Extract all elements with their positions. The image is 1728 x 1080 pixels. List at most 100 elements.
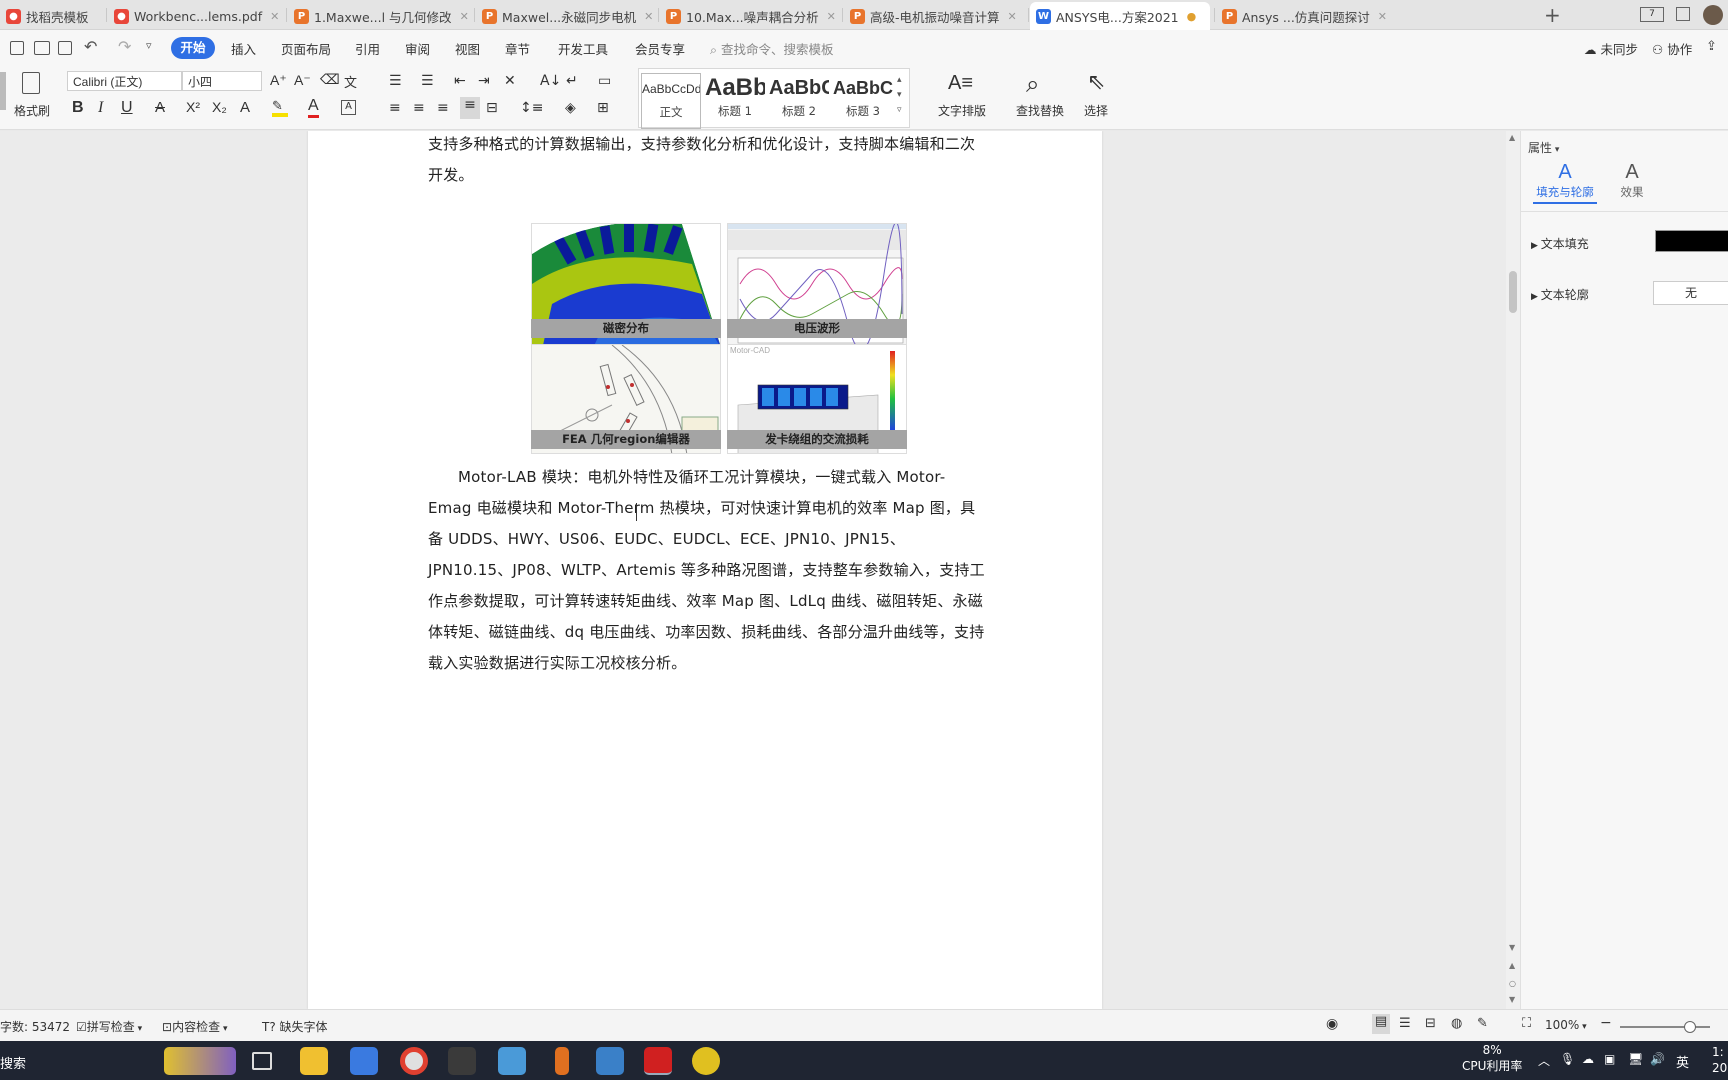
- table-grid-icon[interactable]: ▭: [598, 73, 611, 89]
- tab-fill-outline[interactable]: A 填充与轮廓: [1533, 161, 1597, 204]
- vertical-scrollbar[interactable]: ▲ ▼ ▲ ○ ▼: [1506, 131, 1520, 1009]
- onedrive-icon[interactable]: ☁: [1582, 1052, 1594, 1066]
- paragraph-2[interactable]: Motor-LAB 模块：电机外特性及循环工况计算模块，一键式载入 Motor-…: [428, 462, 988, 679]
- underline-icon[interactable]: U: [121, 99, 133, 117]
- menu-icon[interactable]: [10, 41, 24, 55]
- style-heading-2[interactable]: AaBbC 标题 2: [769, 73, 829, 129]
- sync-status[interactable]: ☁ 未同步: [1584, 39, 1638, 58]
- strikethrough-icon[interactable]: A: [155, 99, 165, 116]
- text-layout-button[interactable]: 文字排版: [930, 102, 994, 119]
- network-icon[interactable]: 🖥: [1628, 1052, 1643, 1066]
- close-tab-icon[interactable]: ✕: [1008, 10, 1017, 23]
- distribute-icon[interactable]: ⊟: [486, 100, 498, 116]
- close-tab-icon[interactable]: ✕: [827, 10, 836, 23]
- print-icon[interactable]: [34, 41, 50, 55]
- ime-indicator[interactable]: 英: [1676, 1052, 1689, 1071]
- tab-developer[interactable]: 开发工具: [558, 39, 608, 58]
- quick-access-dropdown-icon[interactable]: ▿: [146, 39, 152, 52]
- tab-chapter[interactable]: 章节: [505, 39, 530, 58]
- line-spacing-icon[interactable]: ↕≡: [520, 100, 543, 116]
- app-green-icon[interactable]: [692, 1047, 720, 1075]
- text-effect-icon[interactable]: A: [240, 99, 250, 116]
- page-view-icon[interactable]: ▤: [1372, 1014, 1390, 1034]
- scroll-up-icon[interactable]: ▲: [1509, 133, 1515, 142]
- text-outline-select[interactable]: 无: [1653, 281, 1728, 305]
- select-button[interactable]: 选择: [1074, 102, 1118, 119]
- sort-icon[interactable]: A↓: [540, 73, 561, 89]
- tab-3[interactable]: P Maxwel...永磁同步电机 ✕: [476, 2, 654, 30]
- close-tab-icon[interactable]: ✕: [1378, 10, 1386, 23]
- find-replace-icon[interactable]: ⌕: [1026, 70, 1039, 98]
- tab-references[interactable]: 引用: [355, 39, 380, 58]
- feishu-icon[interactable]: [350, 1047, 378, 1075]
- align-left-icon[interactable]: ≡: [389, 100, 401, 116]
- reading-view-icon[interactable]: ⊟: [1425, 1016, 1436, 1031]
- avatar[interactable]: [1703, 5, 1723, 25]
- zoom-slider[interactable]: [1620, 1021, 1710, 1033]
- close-tab-icon[interactable]: ✕: [270, 10, 279, 23]
- search-ad-banner[interactable]: [164, 1047, 236, 1075]
- wechat-icon[interactable]: [448, 1047, 476, 1075]
- app-tray-icon[interactable]: ▣: [1604, 1052, 1615, 1066]
- tab-5[interactable]: P 高级-电机振动噪音计算 ✕: [844, 2, 1024, 30]
- word-count[interactable]: 字数: 53472: [0, 1018, 70, 1035]
- align-right-icon[interactable]: ≡: [437, 100, 449, 116]
- text-fill-row[interactable]: ▶ 文本填充: [1531, 235, 1589, 252]
- font-size-select[interactable]: 小四: [182, 71, 262, 91]
- content-check-button[interactable]: ⊡内容检查 ▾: [162, 1018, 227, 1035]
- scroll-thumb[interactable]: [1509, 271, 1517, 313]
- text-fill-color-swatch[interactable]: [1655, 230, 1728, 252]
- tab-effect[interactable]: A 效果: [1607, 161, 1657, 200]
- app-orange-icon[interactable]: [555, 1047, 569, 1075]
- tab-insert[interactable]: 插入: [231, 39, 256, 58]
- superscript-icon[interactable]: X²: [186, 99, 200, 115]
- close-tab-icon[interactable]: ●: [1187, 10, 1197, 23]
- tray-expand-icon[interactable]: ︿: [1538, 1052, 1550, 1069]
- tab-4[interactable]: P 10.Max...噪声耦合分析 ✕: [660, 2, 838, 30]
- align-center-icon[interactable]: ≡: [413, 100, 425, 116]
- highlight-icon[interactable]: ✎: [272, 99, 288, 117]
- app-blue-icon[interactable]: [498, 1047, 526, 1075]
- tab-review[interactable]: 审阅: [405, 39, 430, 58]
- document-area[interactable]: 支持多种格式的计算数据输出，支持参数化分析和优化设计，支持脚本编辑和二次开发。: [0, 131, 1520, 1009]
- subscript-icon[interactable]: X₂: [212, 99, 227, 115]
- zoom-level[interactable]: 100% ▾: [1545, 1018, 1587, 1032]
- tab-7[interactable]: P Ansys ...仿真问题探讨 ✕: [1216, 2, 1386, 30]
- window-layout-icon[interactable]: 7: [1640, 7, 1664, 22]
- text-layout-icon[interactable]: A≡: [948, 72, 973, 95]
- italic-icon[interactable]: I: [98, 99, 103, 117]
- chrome-icon[interactable]: [400, 1047, 428, 1075]
- find-replace-button[interactable]: 查找替换: [1008, 102, 1072, 119]
- font-family-select[interactable]: Calibri (正文): [67, 71, 182, 91]
- panel-title[interactable]: 属性 ▾: [1528, 139, 1559, 156]
- undo-icon[interactable]: ↶: [84, 37, 97, 56]
- close-tab-icon[interactable]: ✕: [644, 10, 653, 23]
- tab-6[interactable]: W ANSYS电...方案2021 ●: [1030, 2, 1210, 30]
- numbered-list-icon[interactable]: ☰: [421, 73, 434, 89]
- collab-button[interactable]: ⚇ 协作: [1652, 39, 1692, 58]
- char-border-icon[interactable]: A: [341, 100, 356, 115]
- tab-member[interactable]: 会员专享: [635, 39, 685, 58]
- eye-protection-icon[interactable]: ◉: [1326, 1016, 1338, 1032]
- cpu-usage[interactable]: 8% CPU利用率: [1462, 1042, 1522, 1074]
- clear-format-icon[interactable]: ⌫: [320, 72, 340, 88]
- tab-view[interactable]: 视图: [455, 39, 480, 58]
- grid-view-icon[interactable]: [1676, 7, 1690, 21]
- prev-page-icon[interactable]: ▲: [1509, 961, 1515, 970]
- grow-font-icon[interactable]: A⁺: [270, 72, 287, 89]
- borders-icon[interactable]: ⊞: [597, 100, 609, 116]
- microphone-icon[interactable]: 🎙: [1560, 1052, 1575, 1066]
- select-browse-icon[interactable]: ○: [1509, 979, 1516, 988]
- app-files-icon[interactable]: [596, 1047, 624, 1075]
- next-page-icon[interactable]: ▼: [1509, 995, 1515, 1004]
- format-painter-button[interactable]: 格式刷: [12, 102, 52, 119]
- volume-icon[interactable]: 🔊: [1650, 1052, 1665, 1066]
- bold-icon[interactable]: B: [72, 99, 84, 117]
- shading-icon[interactable]: ◈: [565, 100, 576, 116]
- chinese-layout-icon[interactable]: ✕: [504, 73, 516, 89]
- paragraph-1[interactable]: 支持多种格式的计算数据输出，支持参数化分析和优化设计，支持脚本编辑和二次开发。: [428, 131, 988, 191]
- tab-page-layout[interactable]: 页面布局: [281, 39, 331, 58]
- zoom-out-icon[interactable]: −: [1600, 1015, 1612, 1031]
- outline-view-icon[interactable]: ☰: [1399, 1016, 1411, 1031]
- write-mode-icon[interactable]: ✎: [1477, 1016, 1488, 1031]
